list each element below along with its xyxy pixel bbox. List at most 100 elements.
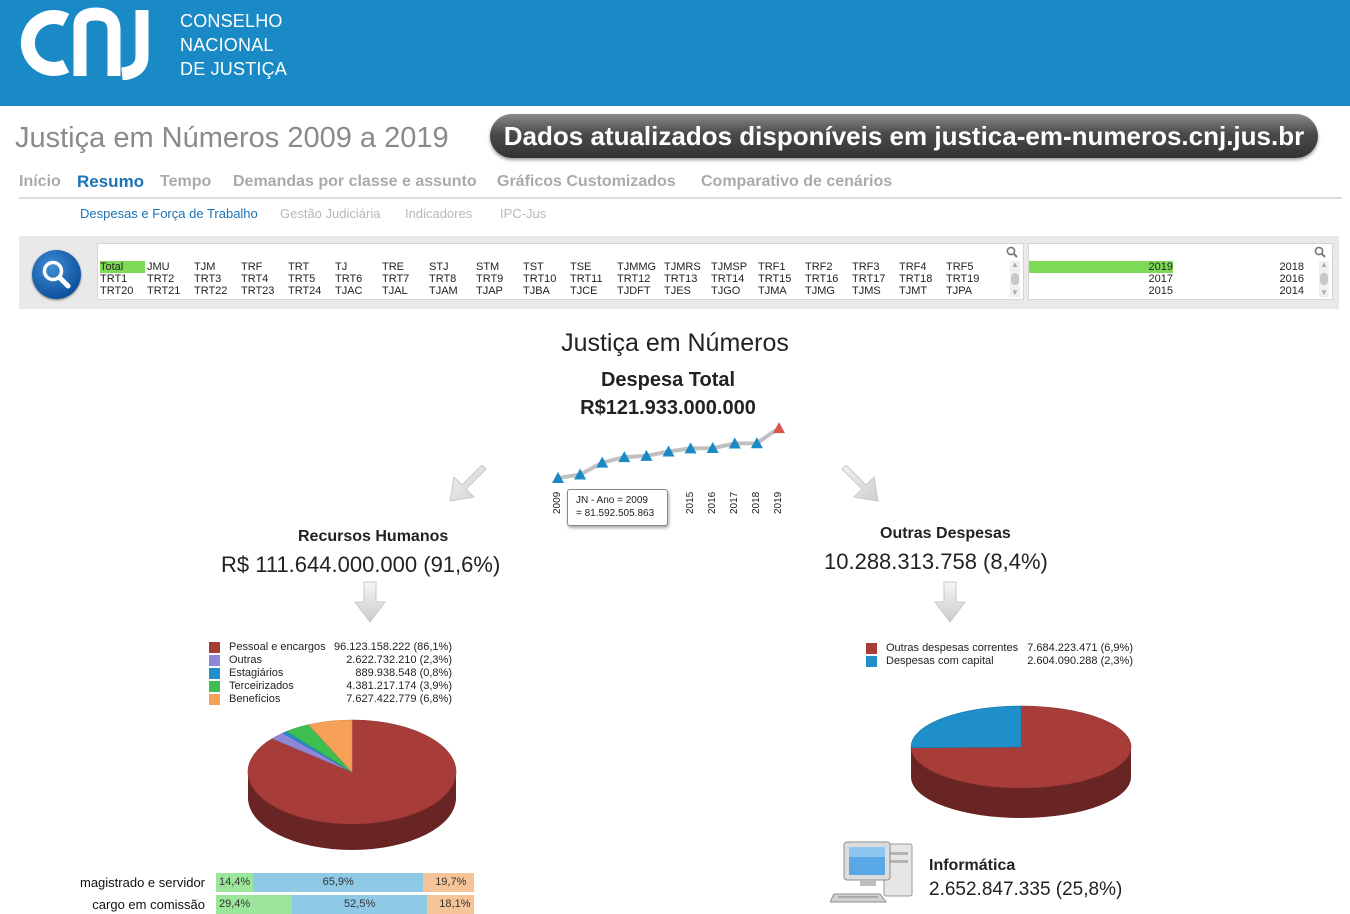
orgao-option[interactable]: TRT17 [852, 273, 885, 285]
orgao-option[interactable]: TRT8 [429, 273, 456, 285]
outras-despesas-pie-chart[interactable] [904, 700, 1138, 824]
orgao-option[interactable]: TRF4 [899, 261, 927, 273]
orgao-option[interactable]: TRT9 [476, 273, 503, 285]
orgao-option[interactable]: TRT5 [288, 273, 315, 285]
data-link-banner[interactable]: Dados atualizados disponíveis em justica… [490, 114, 1318, 158]
ano-option[interactable]: 2018 [1179, 261, 1304, 273]
orgao-option[interactable]: TRT14 [711, 273, 744, 285]
orgao-listbox[interactable]: Total JMU TJM TRF TRT TJ TRE STJ STM TST TSE TJMMG T… [97, 243, 1024, 300]
orgao-option[interactable]: TJPA [946, 285, 972, 297]
legend-item[interactable]: Terceirizados 4.381.217.174 (3,9%) [209, 680, 459, 693]
recursos-humanos-pie-chart[interactable] [240, 712, 464, 852]
scroll-up-icon[interactable]: ▲ [1010, 261, 1020, 269]
orgao-option[interactable]: TJM [194, 261, 215, 273]
legend-item[interactable]: Despesas com capital 2.604.090.288 (2,3%) [866, 655, 1136, 668]
orgao-option[interactable]: TRE [382, 261, 404, 273]
orgao-option[interactable]: TJMSP [711, 261, 747, 273]
orgao-scrollbar[interactable]: ▲ ▼ [1010, 261, 1020, 297]
ano-option[interactable]: 2015 [1029, 285, 1173, 297]
orgao-option[interactable]: TJ [335, 261, 347, 273]
ano-option[interactable]: 2019 [1029, 261, 1173, 273]
orgao-option[interactable]: STM [476, 261, 499, 273]
orgao-option[interactable]: TRT7 [382, 273, 409, 285]
orgao-option[interactable]: TRF1 [758, 261, 786, 273]
tab-graficos-customizados[interactable]: Gráficos Customizados [497, 173, 676, 191]
orgao-option[interactable]: TJAL [382, 285, 408, 297]
orgao-option[interactable]: TRT6 [335, 273, 362, 285]
orgao-option[interactable]: TRF2 [805, 261, 833, 273]
bar-segment[interactable]: 14,4% [216, 873, 254, 892]
orgao-option[interactable]: TJES [664, 285, 691, 297]
orgao-option[interactable]: TJCE [570, 285, 598, 297]
subtab-indicadores[interactable]: Indicadores [405, 206, 472, 221]
orgao-option[interactable]: TJBA [523, 285, 550, 297]
orgao-option[interactable]: TJMMG [617, 261, 656, 273]
ano-option[interactable]: 2016 [1179, 273, 1304, 285]
orgao-option[interactable]: TRT10 [523, 273, 556, 285]
orgao-search-icon[interactable] [1006, 246, 1018, 258]
orgao-option[interactable]: TJDFT [617, 285, 651, 297]
orgao-option[interactable]: TST [523, 261, 544, 273]
orgao-option[interactable]: TRT19 [946, 273, 979, 285]
orgao-option[interactable]: TRF [241, 261, 262, 273]
bar-segment[interactable]: 65,9% [253, 873, 424, 892]
legend-item[interactable]: Outras 2.622.732.210 (2,3%) [209, 654, 459, 667]
orgao-option[interactable]: TRT16 [805, 273, 838, 285]
tab-resumo[interactable]: Resumo [77, 172, 144, 192]
orgao-option[interactable]: TRF5 [946, 261, 974, 273]
legend-item[interactable]: Outras despesas correntes 7.684.223.471 (… [866, 642, 1136, 655]
legend-item[interactable]: Pessoal e encargos 96.123.158.222 (86,1%) [209, 641, 459, 654]
legend-item[interactable]: Benefícios 7.627.422.779 (6,8%) [209, 693, 459, 706]
tab-demandas[interactable]: Demandas por classe e assunto [233, 173, 477, 191]
orgao-option[interactable]: TRT3 [194, 273, 221, 285]
orgao-option[interactable]: TJMS [852, 285, 881, 297]
scroll-thumb[interactable] [1011, 273, 1019, 285]
trend-point[interactable] [773, 422, 785, 434]
ano-listbox[interactable]: 2019 2018 2017 2016 2015 2014 [1028, 243, 1333, 300]
orgao-option[interactable]: TRT [288, 261, 309, 273]
orgao-option[interactable]: TJMRS [664, 261, 701, 273]
subtab-ipc-jus[interactable]: IPC-Jus [500, 206, 546, 221]
legend-item[interactable]: Estagiários 889.938.548 (0,8%) [209, 667, 459, 680]
orgao-option[interactable]: TRT2 [147, 273, 174, 285]
tab-tempo[interactable]: Tempo [160, 173, 211, 191]
orgao-option[interactable]: TJAC [335, 285, 363, 297]
ano-search-icon[interactable] [1314, 246, 1326, 258]
orgao-option[interactable]: TJAM [429, 285, 458, 297]
orgao-option[interactable]: TRT1 [100, 273, 127, 285]
orgao-option[interactable]: JMU [147, 261, 170, 273]
pie-slice[interactable] [910, 705, 1022, 749]
scroll-up-icon[interactable]: ▲ [1319, 261, 1329, 269]
cnj-logo-icon[interactable] [18, 6, 168, 80]
subtab-gestao-judiciaria[interactable]: Gestão Judiciária [280, 206, 380, 221]
bar-segment[interactable]: 29,4% [216, 895, 292, 914]
orgao-option[interactable]: TRT12 [617, 273, 650, 285]
scroll-down-icon[interactable]: ▼ [1010, 289, 1020, 297]
scroll-down-icon[interactable]: ▼ [1319, 289, 1329, 297]
orgao-option[interactable]: TSE [570, 261, 591, 273]
orgao-option[interactable]: TRT24 [288, 285, 321, 297]
tab-inicio[interactable]: Início [19, 173, 61, 191]
orgao-option[interactable]: TRT22 [194, 285, 227, 297]
bar-segment[interactable]: 18,1% [427, 895, 474, 914]
subtab-despesas[interactable]: Despesas e Força de Trabalho [80, 206, 258, 221]
ano-option[interactable]: 2017 [1029, 273, 1173, 285]
search-button[interactable] [32, 250, 81, 299]
bar-segment[interactable]: 52,5% [291, 895, 428, 914]
orgao-option[interactable]: TRT23 [241, 285, 274, 297]
bar-segment[interactable]: 19,7% [423, 873, 474, 892]
orgao-option[interactable]: TJMA [758, 285, 787, 297]
ano-option[interactable]: 2014 [1179, 285, 1304, 297]
orgao-option[interactable]: TRT13 [664, 273, 697, 285]
orgao-option[interactable]: TRT21 [147, 285, 180, 297]
orgao-option[interactable]: TRT4 [241, 273, 268, 285]
scroll-thumb[interactable] [1320, 273, 1328, 285]
orgao-option[interactable]: TRT18 [899, 273, 932, 285]
orgao-option[interactable]: STJ [429, 261, 449, 273]
orgao-option[interactable]: TRT15 [758, 273, 791, 285]
orgao-option[interactable]: TJMG [805, 285, 835, 297]
orgao-option[interactable]: TRT11 [570, 273, 603, 285]
orgao-option[interactable]: TJGO [711, 285, 740, 297]
despesa-trend-chart[interactable] [540, 418, 800, 490]
tab-comparativo-cenarios[interactable]: Comparativo de cenários [701, 173, 892, 191]
